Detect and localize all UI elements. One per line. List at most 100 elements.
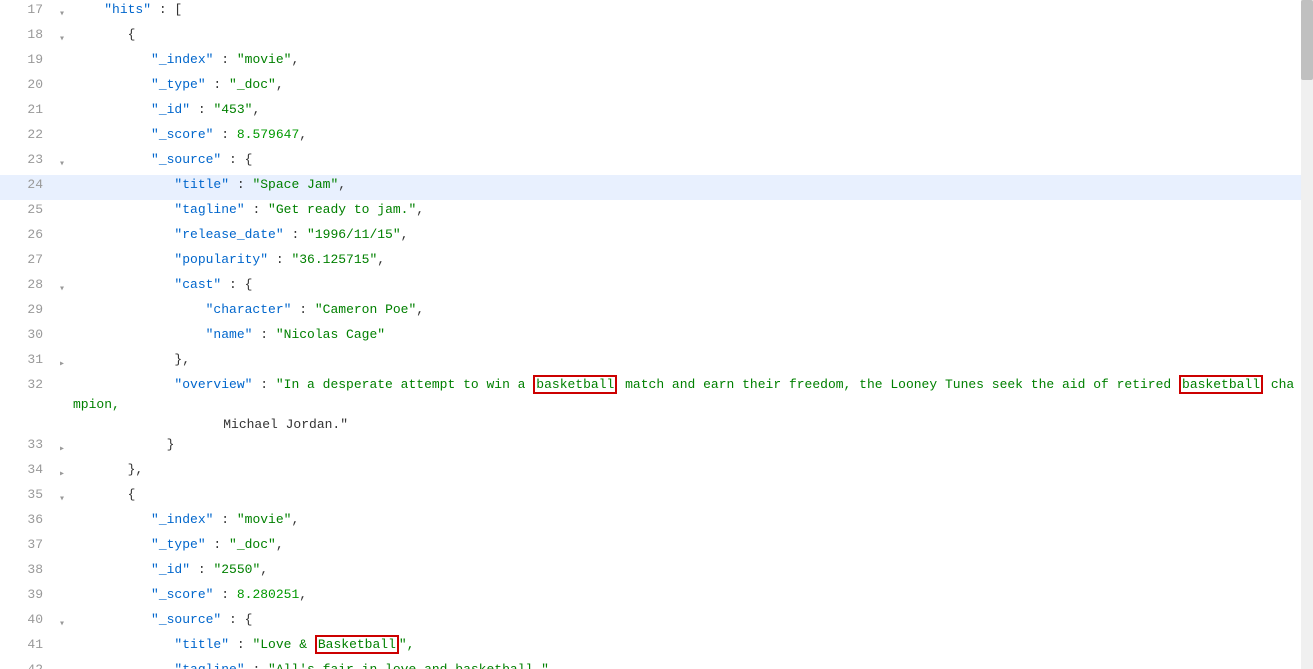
fold-39 xyxy=(55,585,69,610)
fold-17[interactable]: ▾ xyxy=(55,0,69,25)
line-40: 40 ▾ "_source" : { xyxy=(0,610,1313,635)
line-content-21: "_id" : "453", xyxy=(69,100,1313,120)
line-number-38: 38 xyxy=(0,560,55,580)
line-number-33: 33 xyxy=(0,435,55,455)
line-number-24: 24 xyxy=(0,175,55,195)
line-number-37: 37 xyxy=(0,535,55,555)
scrollbar-thumb[interactable] xyxy=(1301,0,1313,80)
fold-22 xyxy=(55,125,69,150)
line-content-18: { xyxy=(69,25,1313,45)
line-content-37: "_type" : "_doc", xyxy=(69,535,1313,555)
line-37: 37 "_type" : "_doc", xyxy=(0,535,1313,560)
fold-24 xyxy=(55,175,69,200)
line-number-26: 26 xyxy=(0,225,55,245)
line-number-30: 30 xyxy=(0,325,55,345)
line-30: 30 "name" : "Nicolas Cage" xyxy=(0,325,1313,350)
fold-36 xyxy=(55,510,69,535)
line-content-29: "character" : "Cameron Poe", xyxy=(69,300,1313,320)
line-18: 18 ▾ { xyxy=(0,25,1313,50)
line-number-19: 19 xyxy=(0,50,55,70)
fold-38 xyxy=(55,560,69,585)
line-21: 21 "_id" : "453", xyxy=(0,100,1313,125)
line-29: 29 "character" : "Cameron Poe", xyxy=(0,300,1313,325)
line-39: 39 "_score" : 8.280251, xyxy=(0,585,1313,610)
line-content-25: "tagline" : "Get ready to jam.", xyxy=(69,200,1313,220)
line-number-17: 17 xyxy=(0,0,55,20)
line-number-20: 20 xyxy=(0,75,55,95)
line-19: 19 "_index" : "movie", xyxy=(0,50,1313,75)
line-content-28: "cast" : { xyxy=(69,275,1313,295)
line-content-17: "hits" : [ xyxy=(69,0,1313,20)
line-22: 22 "_score" : 8.579647, xyxy=(0,125,1313,150)
line-number-42: 42 xyxy=(0,660,55,669)
line-content-24: "title" : "Space Jam", xyxy=(69,175,1313,195)
line-content-30: "name" : "Nicolas Cage" xyxy=(69,325,1313,345)
line-number-18: 18 xyxy=(0,25,55,45)
line-number-35: 35 xyxy=(0,485,55,505)
line-41: 41 "title" : "Love & Basketball", xyxy=(0,635,1313,660)
line-content-35: { xyxy=(69,485,1313,505)
line-20: 20 "_type" : "_doc", xyxy=(0,75,1313,100)
fold-42 xyxy=(55,660,69,669)
line-content-26: "release_date" : "1996/11/15", xyxy=(69,225,1313,245)
line-content-36: "_index" : "movie", xyxy=(69,510,1313,530)
line-content-23: "_source" : { xyxy=(69,150,1313,170)
fold-40[interactable]: ▾ xyxy=(55,610,69,635)
line-26: 26 "release_date" : "1996/11/15", xyxy=(0,225,1313,250)
line-number-25: 25 xyxy=(0,200,55,220)
line-content-27: "popularity" : "36.125715", xyxy=(69,250,1313,270)
line-27: 27 "popularity" : "36.125715", xyxy=(0,250,1313,275)
line-25: 25 "tagline" : "Get ready to jam.", xyxy=(0,200,1313,225)
line-content-19: "_index" : "movie", xyxy=(69,50,1313,70)
line-content-40: "_source" : { xyxy=(69,610,1313,630)
line-32: 32 "overview" : "In a desperate attempt … xyxy=(0,375,1313,435)
fold-18[interactable]: ▾ xyxy=(55,25,69,50)
line-number-41: 41 xyxy=(0,635,55,655)
line-34: 34 ▸ }, xyxy=(0,460,1313,485)
line-number-28: 28 xyxy=(0,275,55,295)
line-33: 33 ▸ } xyxy=(0,435,1313,460)
line-42: 42 "tagline" : "All's fair in love and b… xyxy=(0,660,1313,669)
line-23: 23 ▾ "_source" : { xyxy=(0,150,1313,175)
fold-32 xyxy=(55,375,69,400)
line-28: 28 ▾ "cast" : { xyxy=(0,275,1313,300)
line-content-34: }, xyxy=(69,460,1313,480)
fold-23[interactable]: ▾ xyxy=(55,150,69,175)
line-number-29: 29 xyxy=(0,300,55,320)
line-number-39: 39 xyxy=(0,585,55,605)
fold-33[interactable]: ▸ xyxy=(55,435,69,460)
line-number-27: 27 xyxy=(0,250,55,270)
line-number-23: 23 xyxy=(0,150,55,170)
line-number-22: 22 xyxy=(0,125,55,145)
code-editor: 17 ▾ "hits" : [ 18 ▾ { 19 "_index" : "mo… xyxy=(0,0,1313,669)
line-content-39: "_score" : 8.280251, xyxy=(69,585,1313,605)
line-content-42: "tagline" : "All's fair in love and bask… xyxy=(69,660,1313,669)
fold-20 xyxy=(55,75,69,100)
line-17: 17 ▾ "hits" : [ xyxy=(0,0,1313,25)
line-number-21: 21 xyxy=(0,100,55,120)
vertical-scrollbar[interactable] xyxy=(1301,0,1313,669)
line-content-32: "overview" : "In a desperate attempt to … xyxy=(69,375,1299,435)
line-content-33: } xyxy=(69,435,1313,455)
fold-21 xyxy=(55,100,69,125)
line-38: 38 "_id" : "2550", xyxy=(0,560,1313,585)
fold-30 xyxy=(55,325,69,350)
line-number-36: 36 xyxy=(0,510,55,530)
fold-27 xyxy=(55,250,69,275)
fold-25 xyxy=(55,200,69,225)
fold-19 xyxy=(55,50,69,75)
fold-26 xyxy=(55,225,69,250)
line-content-41: "title" : "Love & Basketball", xyxy=(69,635,1313,655)
fold-31[interactable]: ▸ xyxy=(55,350,69,375)
line-content-22: "_score" : 8.579647, xyxy=(69,125,1313,145)
line-number-31: 31 xyxy=(0,350,55,370)
line-content-38: "_id" : "2550", xyxy=(69,560,1313,580)
line-31: 31 ▸ }, xyxy=(0,350,1313,375)
line-number-32: 32 xyxy=(0,375,55,395)
line-35: 35 ▾ { xyxy=(0,485,1313,510)
fold-28[interactable]: ▾ xyxy=(55,275,69,300)
line-number-34: 34 xyxy=(0,460,55,480)
fold-35[interactable]: ▾ xyxy=(55,485,69,510)
line-content-31: }, xyxy=(69,350,1313,370)
fold-34[interactable]: ▸ xyxy=(55,460,69,485)
